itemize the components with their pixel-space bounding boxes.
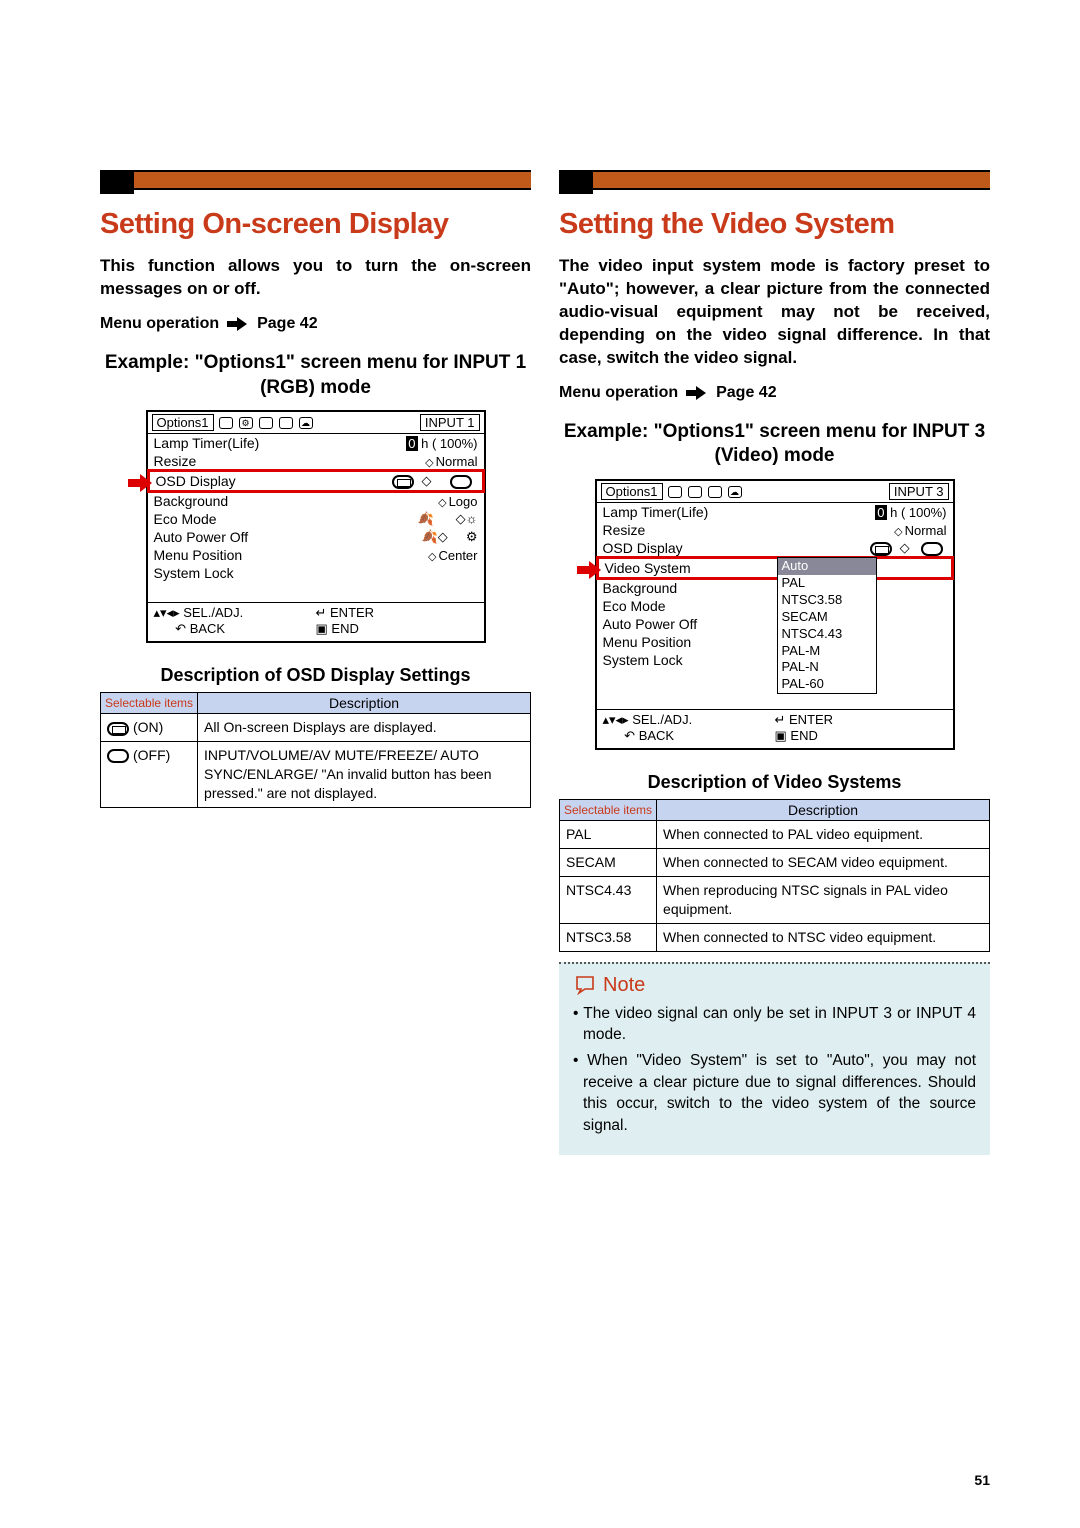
- osd-off-icon: [921, 542, 943, 556]
- th-description: Description: [198, 693, 531, 714]
- video-systems-table: Selectable items Description PALWhen con…: [559, 799, 990, 951]
- table-row: (ON) All On-screen Displays are displaye…: [101, 714, 531, 742]
- osd-row-selected: OSD Display ◇: [147, 469, 485, 493]
- list-item: SECAM: [778, 609, 876, 626]
- osd-off-icon: [107, 749, 129, 763]
- osd-screenshot-left: Options1 ⚙ ☁ INPUT 1 Lamp Timer(Life) 0 …: [146, 410, 486, 643]
- note-box: Note The video signal can only be set in…: [559, 962, 990, 1155]
- osd-row: Resize◇Normal: [597, 521, 953, 539]
- table-row: SECAMWhen connected to SECAM video equip…: [560, 848, 990, 876]
- menu-operation-left: Menu operation Page 42: [100, 315, 531, 333]
- menu-op-page: Page 42: [716, 384, 776, 402]
- note-item: When "Video System" is set to "Auto", yo…: [573, 1050, 976, 1137]
- list-item: PAL-M: [778, 643, 876, 660]
- tab-icon: [259, 417, 273, 429]
- arrow-right-icon: [227, 317, 249, 331]
- note-heading: Note: [573, 974, 976, 997]
- menu-op-page: Page 42: [257, 315, 317, 333]
- example-heading-right: Example: "Options1" screen menu for INPU…: [559, 420, 990, 469]
- osd-row: Menu Position◇Center: [148, 546, 484, 564]
- desc-heading-right: Description of Video Systems: [559, 772, 990, 793]
- page-number: 51: [974, 1472, 990, 1488]
- osd-footer: ▴▾◂▸ SEL./ADJ. ↵ ENTER ↶ BACK ▣ END: [597, 709, 953, 748]
- tab-icon: ⚙: [239, 417, 253, 429]
- table-row: (OFF) INPUT/VOLUME/AV MUTE/FREEZE/ AUTO …: [101, 742, 531, 808]
- osd-row-lamp: Lamp Timer(Life) 0 h ( 100%): [148, 434, 484, 452]
- osd-row: Resize ◇Normal: [148, 452, 484, 470]
- list-item: Auto: [778, 558, 876, 575]
- osd-footer: ▴▾◂▸ SEL./ADJ. ↵ ENTER ↶ BACK ▣ END: [148, 602, 484, 641]
- heading-video: Setting the Video System: [559, 208, 990, 241]
- table-row: NTSC3.58When connected to NTSC video equ…: [560, 923, 990, 951]
- tab-icon: [219, 417, 233, 429]
- tab-icon: [668, 486, 682, 498]
- tab-icon: [688, 486, 702, 498]
- section-bar: [559, 170, 990, 190]
- menu-operation-right: Menu operation Page 42: [559, 384, 990, 402]
- menu-op-label: Menu operation: [100, 315, 219, 333]
- list-item: PAL: [778, 575, 876, 592]
- osd-row: Eco Mode: [597, 597, 953, 615]
- tab-icon: ☁: [299, 417, 313, 429]
- red-pointer-icon: [128, 474, 158, 492]
- tab-icon: [279, 417, 293, 429]
- example-heading-left: Example: "Options1" screen menu for INPU…: [100, 351, 531, 400]
- table-row: NTSC4.43When reproducing NTSC signals in…: [560, 876, 990, 923]
- osd-row: System Lock: [148, 564, 484, 582]
- osd-row: OSD Display ◇: [597, 539, 953, 557]
- osd-input: INPUT 3: [889, 483, 949, 500]
- list-item: NTSC4.43: [778, 626, 876, 643]
- osd-row: Eco Mode🍂 ◇☼: [148, 510, 484, 528]
- table-row: PALWhen connected to PAL video equipment…: [560, 821, 990, 849]
- osd-row: Auto Power Off🍂◇ ⚙: [148, 528, 484, 546]
- osd-screenshot-right: Options1 ☁ INPUT 3 Lamp Timer(Life) 0 h …: [595, 479, 955, 750]
- lead-video: The video input system mode is factory p…: [559, 255, 990, 370]
- osd-row: Background: [597, 579, 953, 597]
- desc-heading-left: Description of OSD Display Settings: [100, 665, 531, 686]
- lead-osd: This function allows you to turn the on-…: [100, 255, 531, 301]
- osd-settings-table: Selectable items Description (ON) All On…: [100, 692, 531, 808]
- left-column: Setting On-screen Display This function …: [100, 170, 531, 1155]
- section-bar: [100, 170, 531, 190]
- note-item: The video signal can only be set in INPU…: [573, 1003, 976, 1046]
- osd-row: System Lock: [597, 651, 953, 669]
- osd-row-lamp: Lamp Timer(Life) 0 h ( 100%): [597, 503, 953, 521]
- osd-row: Auto Power Off: [597, 615, 953, 633]
- list-item: PAL-N: [778, 659, 876, 676]
- tab-icon: ☁: [728, 486, 742, 498]
- osd-row: Menu Position: [597, 633, 953, 651]
- osd-header: Options1 ☁ INPUT 3: [597, 481, 953, 503]
- osd-row: Background◇Logo: [148, 492, 484, 510]
- tab-icon: [708, 486, 722, 498]
- osd-title: Options1: [152, 414, 214, 431]
- note-icon: [573, 975, 597, 995]
- osd-header: Options1 ⚙ ☁ INPUT 1: [148, 412, 484, 434]
- osd-on-icon: [392, 475, 414, 489]
- osd-off-icon: [450, 475, 472, 489]
- osd-row-selected: Video System: [596, 556, 954, 580]
- th-selectable: Selectable items: [560, 800, 657, 821]
- th-description: Description: [657, 800, 990, 821]
- th-selectable: Selectable items: [101, 693, 198, 714]
- osd-input: INPUT 1: [420, 414, 480, 431]
- video-system-dropdown: Auto PAL NTSC3.58 SECAM NTSC4.43 PAL-M P…: [777, 557, 877, 694]
- list-item: NTSC3.58: [778, 592, 876, 609]
- heading-osd: Setting On-screen Display: [100, 208, 531, 241]
- list-item: PAL-60: [778, 676, 876, 693]
- right-column: Setting the Video System The video input…: [559, 170, 990, 1155]
- osd-on-icon: [107, 722, 129, 736]
- menu-op-label: Menu operation: [559, 384, 678, 402]
- osd-title: Options1: [601, 483, 663, 500]
- osd-on-icon: [870, 542, 892, 556]
- arrow-right-icon: [686, 386, 708, 400]
